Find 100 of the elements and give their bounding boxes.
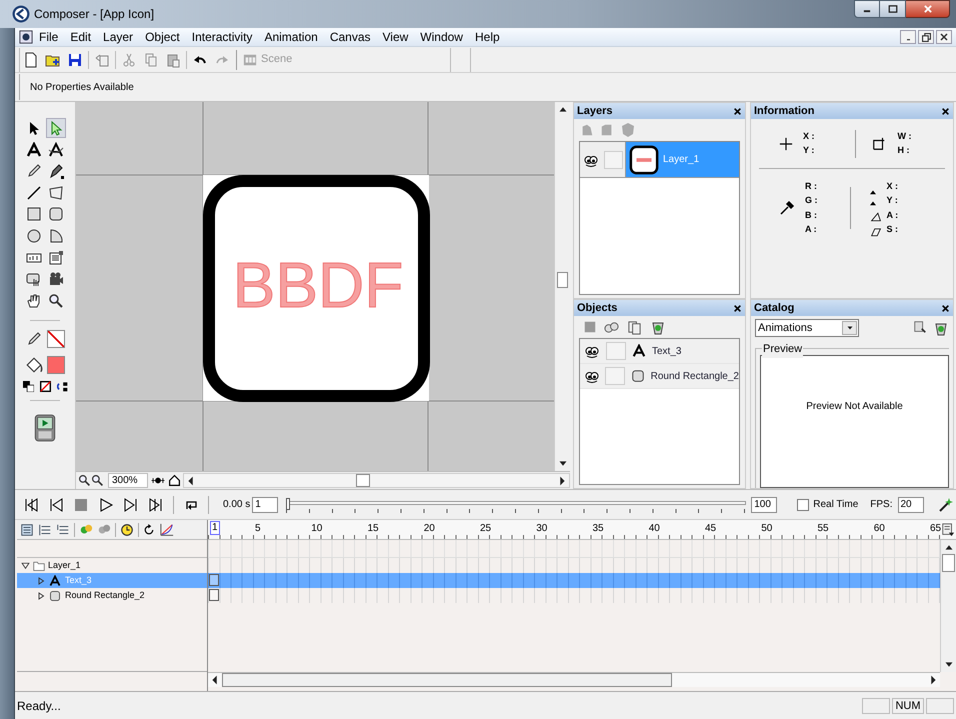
keyframe[interactable] — [209, 574, 219, 586]
save-icon — [67, 52, 83, 68]
close-icon[interactable] — [733, 106, 742, 116]
restore-document-button[interactable] — [918, 30, 934, 44]
ease-curve-icon[interactable] — [159, 522, 175, 536]
hand-tool-icon — [26, 292, 42, 309]
paste-icon — [165, 52, 181, 68]
text-path-tool-icon — [48, 142, 64, 158]
zoom-out-icon[interactable] — [78, 474, 91, 487]
add-to-catalog-icon[interactable] — [913, 320, 927, 334]
minimize-icon — [904, 38, 912, 41]
line-tool-icon — [26, 184, 42, 201]
menu-item[interactable]: File — [33, 28, 64, 46]
horizontal-scrollbar[interactable] — [208, 672, 940, 687]
polygon-tool-icon — [48, 184, 64, 201]
lock-toggle[interactable] — [606, 342, 626, 360]
scroll-thumb[interactable] — [222, 673, 672, 687]
button-tool-icon — [26, 271, 42, 288]
default-colors-icon[interactable] — [22, 380, 34, 392]
text-object-icon — [632, 344, 646, 358]
stop-icon[interactable] — [73, 496, 89, 512]
minimize-button[interactable] — [854, 0, 880, 18]
vertical-scrollbar[interactable] — [940, 540, 956, 672]
play-icon[interactable] — [98, 496, 114, 512]
first-frame-icon[interactable] — [23, 496, 39, 512]
timeline-layer-row[interactable]: Layer_1 — [17, 558, 207, 573]
next-frame-icon[interactable] — [123, 496, 139, 512]
pen-tool-icon — [48, 163, 64, 180]
menu-item[interactable]: Edit — [64, 28, 98, 46]
lock-toggle[interactable] — [604, 150, 623, 168]
menu-item[interactable]: Layer — [97, 28, 140, 46]
zoom-field[interactable]: 300% — [108, 473, 148, 488]
stroke-color-swatch[interactable] — [47, 330, 65, 348]
layer-mode-icon[interactable] — [20, 522, 34, 536]
close-icon[interactable] — [941, 304, 950, 312]
vertical-scrollbar[interactable] — [554, 102, 570, 471]
scroll-thumb[interactable] — [356, 474, 370, 487]
frame-track[interactable] — [208, 588, 940, 603]
menu-item[interactable]: Object — [139, 28, 186, 46]
magic-wand-icon[interactable] — [938, 496, 954, 512]
info-label: A : — [805, 223, 818, 236]
close-icon[interactable] — [941, 106, 950, 116]
import-icon — [94, 52, 110, 68]
maximize-button[interactable] — [880, 0, 906, 18]
frame-number: 1 — [210, 521, 220, 535]
info-label: X : — [803, 130, 815, 142]
status-panel — [862, 698, 890, 714]
close-document-button[interactable] — [936, 30, 952, 44]
no-color-icon[interactable] — [40, 380, 50, 392]
menu-item[interactable]: Window — [414, 28, 469, 46]
scroll-thumb[interactable] — [942, 554, 955, 572]
preview-message: Preview Not Available — [806, 400, 903, 414]
frame-track[interactable] — [208, 540, 940, 558]
home-icon[interactable] — [168, 474, 181, 487]
refresh-icon[interactable] — [143, 524, 155, 536]
timeline-menu-icon[interactable] — [941, 523, 955, 537]
fill-color-swatch[interactable] — [47, 356, 65, 374]
copy-icon[interactable] — [627, 320, 642, 334]
slider-thumb[interactable] — [286, 498, 290, 510]
preview-label: Preview — [762, 341, 804, 358]
frame-number: 35 — [592, 522, 604, 536]
lock-toggle[interactable] — [605, 367, 625, 385]
horizontal-scrollbar[interactable] — [183, 473, 570, 488]
info-label: S : — [886, 223, 898, 236]
time-readout: 0.00 s — [223, 498, 250, 512]
remove-track-icon[interactable] — [56, 522, 70, 536]
frame-field[interactable]: 1 — [252, 496, 278, 512]
fps-field[interactable]: 20 — [898, 496, 924, 512]
menu-item[interactable]: Animation — [258, 28, 324, 46]
keyframe[interactable] — [209, 589, 219, 601]
scroll-thumb[interactable] — [557, 272, 568, 288]
frame-track[interactable] — [208, 558, 940, 573]
close-button[interactable] — [906, 0, 950, 18]
menu-item[interactable]: View — [376, 28, 414, 46]
ellipse-tool-icon — [26, 228, 42, 244]
real-time-checkbox[interactable] — [797, 498, 810, 510]
zoom-in-icon[interactable] — [91, 474, 104, 487]
menu-item[interactable]: Help — [468, 28, 506, 46]
animations-dropdown[interactable]: Animations — [755, 319, 859, 337]
add-effect-icon[interactable] — [79, 522, 93, 536]
close-icon — [940, 33, 948, 41]
end-frame-field[interactable]: 100 — [751, 496, 778, 512]
clock-icon[interactable] — [120, 522, 134, 536]
rounded-rectangle-shape[interactable] — [203, 175, 430, 402]
subselect-tool[interactable] — [46, 118, 66, 138]
rounded-rectangle-icon — [49, 590, 61, 602]
menu-item[interactable]: Interactivity — [186, 28, 258, 46]
frame-slider[interactable] — [286, 496, 746, 512]
last-frame-icon[interactable] — [148, 496, 164, 512]
menu-item[interactable]: Canvas — [324, 28, 376, 46]
close-icon[interactable] — [733, 304, 742, 312]
info-label: H : — [898, 144, 911, 157]
group-icon[interactable] — [604, 320, 619, 334]
text-object-icon — [49, 574, 61, 586]
timeline-object-row[interactable]: Round Rectangle_2 — [17, 588, 207, 603]
previous-frame-icon[interactable] — [48, 496, 64, 512]
cut-icon — [121, 52, 137, 68]
stroke-color-icon[interactable] — [26, 330, 42, 347]
add-track-icon[interactable] — [38, 522, 52, 536]
paint-bucket-icon[interactable] — [25, 356, 43, 374]
